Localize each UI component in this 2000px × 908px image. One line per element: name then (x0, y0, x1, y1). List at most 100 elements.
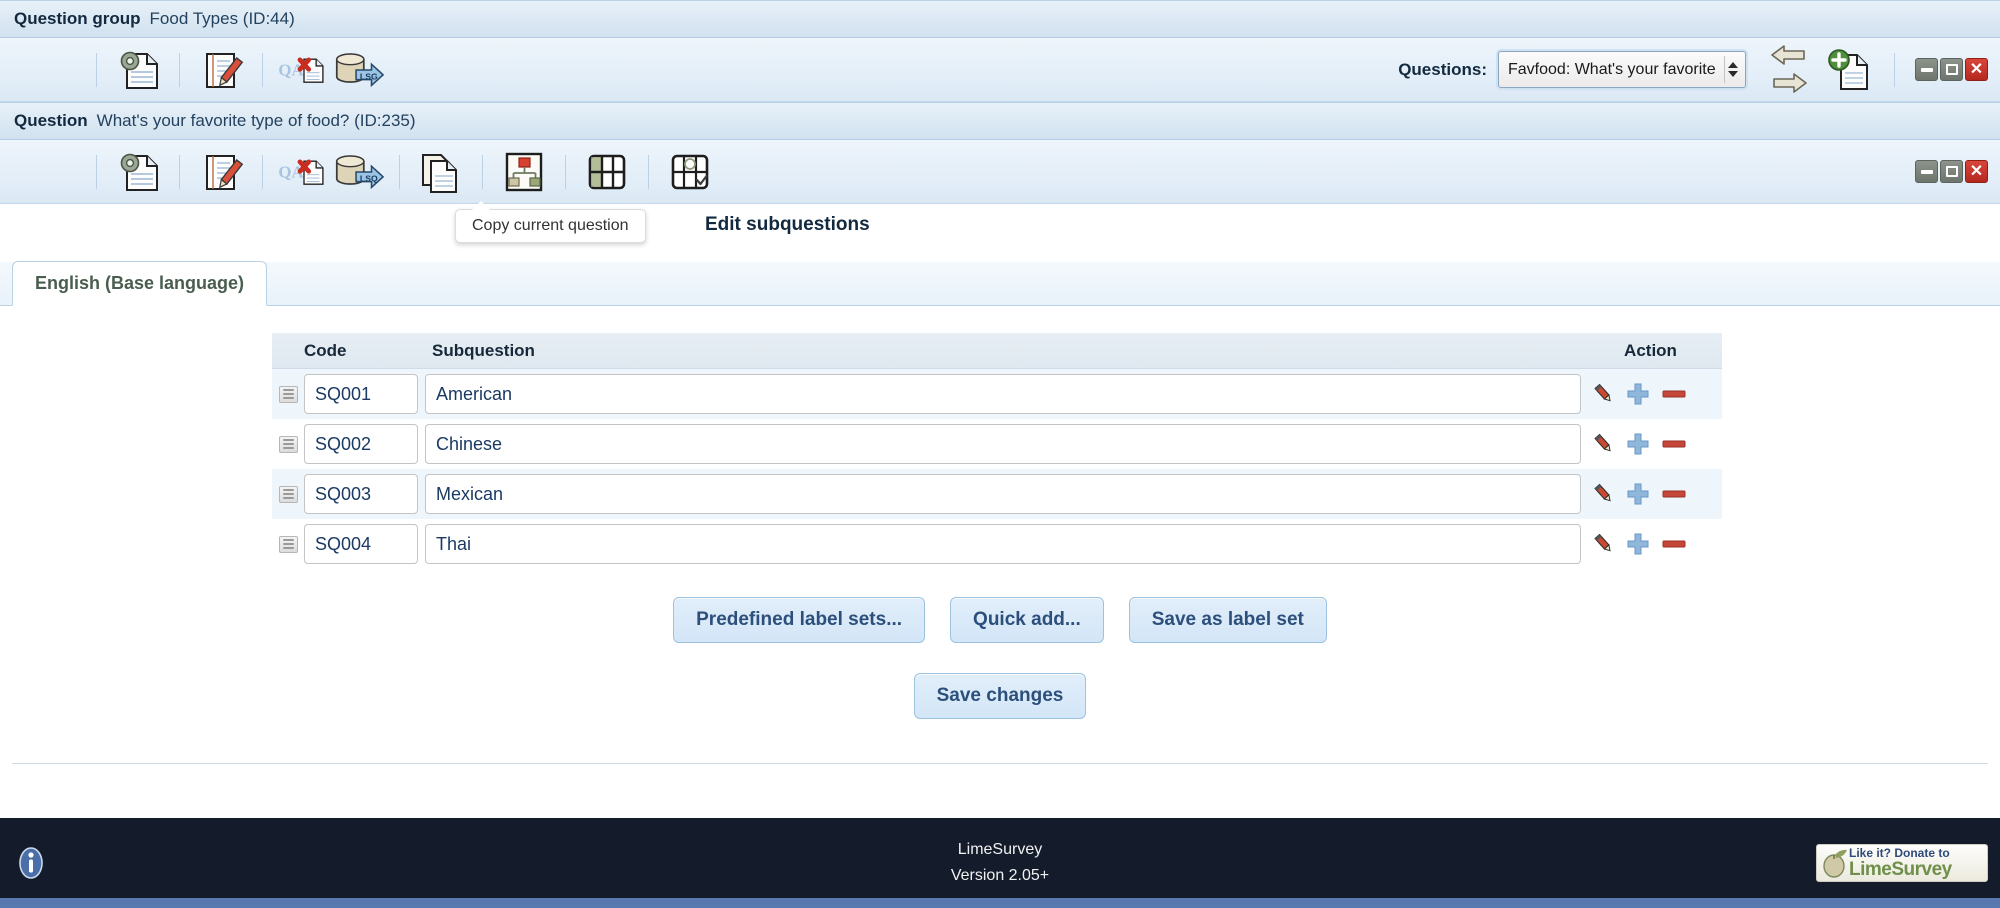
maximize-group-button[interactable] (1940, 58, 1963, 81)
edit-question-icon[interactable] (194, 147, 248, 197)
row-actions (1587, 382, 1722, 406)
table-body (272, 369, 1722, 569)
maximize-question-button[interactable] (1940, 160, 1963, 183)
conditions-icon[interactable] (497, 147, 551, 197)
edit-icon[interactable] (1593, 433, 1615, 455)
subquestion-text-input[interactable] (425, 474, 1581, 514)
edit-icon[interactable] (1593, 533, 1615, 555)
row-actions (1587, 482, 1722, 506)
toolbar-separator (482, 154, 483, 189)
edit-answer-options-icon[interactable] (663, 147, 717, 197)
edit-icon[interactable] (1593, 383, 1615, 405)
add-question-icon[interactable] (1818, 42, 1880, 98)
drag-handle-icon[interactable] (278, 435, 298, 453)
subquestion-code-input[interactable] (304, 524, 418, 564)
close-group-button[interactable]: ✕ (1965, 58, 1988, 81)
drag-handle-icon[interactable] (278, 485, 298, 503)
minimize-question-button[interactable] (1915, 160, 1938, 183)
row-actions (1587, 432, 1722, 456)
predefined-label-sets-button[interactable]: Predefined label sets... (673, 597, 926, 643)
remove-icon[interactable] (1661, 532, 1687, 556)
tab-english-base-language[interactable]: English (Base language) (12, 261, 268, 306)
quick-add-button[interactable]: Quick add... (950, 597, 1104, 643)
save-changes-row: Save changes (0, 673, 2000, 719)
drag-handle-icon[interactable] (278, 535, 298, 553)
donate-line-1: Like it? Donate to (1849, 846, 1950, 860)
header-code: Code (304, 340, 347, 360)
copy-question-icon[interactable] (414, 147, 468, 197)
limesurvey-question-editor: Question group Food Types (ID:44) QA LSG… (0, 0, 2000, 908)
drag-handle-cell (272, 485, 304, 503)
drag-handle-icon[interactable] (278, 385, 298, 403)
toolbar-separator (262, 52, 263, 87)
add-icon[interactable] (1626, 532, 1650, 556)
minimize-group-button[interactable] (1915, 58, 1938, 81)
content-divider (12, 763, 1988, 764)
add-icon[interactable] (1626, 382, 1650, 406)
group-window-buttons: ✕ (1915, 58, 1988, 81)
delete-group-icon[interactable]: QA (277, 45, 331, 95)
group-properties-icon[interactable] (111, 45, 165, 95)
remove-icon[interactable] (1661, 382, 1687, 406)
subquestion-text-input[interactable] (425, 424, 1581, 464)
question-group-toolbar: QA LSG Questions: Favfood: What's your f… (0, 38, 2000, 102)
footer-text: LimeSurvey Version 2.05+ (0, 837, 2000, 890)
section-heading: Edit subquestions (705, 214, 870, 235)
remove-icon[interactable] (1661, 432, 1687, 456)
subquestions-table: Code Subquestion Action (272, 333, 1722, 569)
toolbar-separator (399, 154, 400, 189)
edit-subquestions-icon[interactable] (580, 147, 634, 197)
table-row (272, 519, 1722, 569)
question-select[interactable]: Favfood: What's your favorite (1498, 51, 1746, 88)
language-tabs: English (Base language) (0, 261, 2000, 306)
question-toolbar: QA LSQ ✕ (0, 140, 2000, 204)
subquestion-code-input[interactable] (304, 424, 418, 464)
table-row (272, 369, 1722, 419)
subquestion-text-input[interactable] (425, 374, 1581, 414)
chevron-updown-icon[interactable] (1724, 56, 1741, 83)
drag-handle-cell (272, 535, 304, 553)
toolbar-separator (1894, 52, 1895, 87)
export-question-icon[interactable]: LSQ (331, 147, 385, 197)
next-question-icon (1773, 72, 1807, 93)
copy-question-tooltip: Copy current question (455, 201, 646, 243)
question-label: Question (14, 111, 88, 130)
delete-question-icon[interactable]: QA (277, 147, 331, 197)
footer: LimeSurvey Version 2.05+ Like it? Donate… (0, 818, 2000, 908)
donate-line-2: LimeSurvey (1849, 859, 1952, 880)
toolbar-separator (96, 154, 97, 189)
question-properties-icon[interactable] (111, 147, 165, 197)
question-select-value: Favfood: What's your favorite (1508, 60, 1716, 78)
save-as-label-set-button[interactable]: Save as label set (1128, 597, 1327, 643)
svg-text:LSG: LSG (360, 71, 378, 81)
question-window-buttons: ✕ (1915, 160, 1988, 183)
table-row (272, 419, 1722, 469)
subquestions-content: Code Subquestion Action Predefined label… (0, 333, 2000, 764)
question-group-header: Question group Food Types (ID:44) (0, 0, 2000, 38)
subquestion-text-input[interactable] (425, 524, 1581, 564)
save-changes-button[interactable]: Save changes (913, 673, 1087, 719)
export-group-icon[interactable]: LSG (331, 45, 385, 95)
header-action: Action (1624, 340, 1677, 360)
edit-group-icon[interactable] (194, 45, 248, 95)
question-selector-area: Questions: Favfood: What's your favorite (1398, 38, 1988, 101)
add-icon[interactable] (1626, 482, 1650, 506)
svg-text:LSQ: LSQ (360, 173, 378, 183)
footer-product: LimeSurvey (957, 840, 1043, 858)
table-row (272, 469, 1722, 519)
question-nav-arrows[interactable] (1760, 39, 1818, 101)
table-header-row: Code Subquestion Action (272, 333, 1722, 369)
edit-icon[interactable] (1593, 483, 1615, 505)
previous-question-icon (1771, 44, 1805, 65)
close-question-button[interactable]: ✕ (1965, 160, 1988, 183)
toolbar-separator (262, 154, 263, 189)
remove-icon[interactable] (1661, 482, 1687, 506)
add-icon[interactable] (1626, 432, 1650, 456)
subquestion-code-input[interactable] (304, 374, 418, 414)
subquestion-code-input[interactable] (304, 474, 418, 514)
toolbar-separator (179, 154, 180, 189)
donate-badge[interactable]: Like it? Donate to LimeSurvey (1816, 844, 1988, 882)
footer-version: Version 2.05+ (950, 867, 1050, 884)
donate-text: Like it? Donate to LimeSurvey (1849, 847, 1952, 879)
question-group-label: Question group (14, 9, 141, 28)
